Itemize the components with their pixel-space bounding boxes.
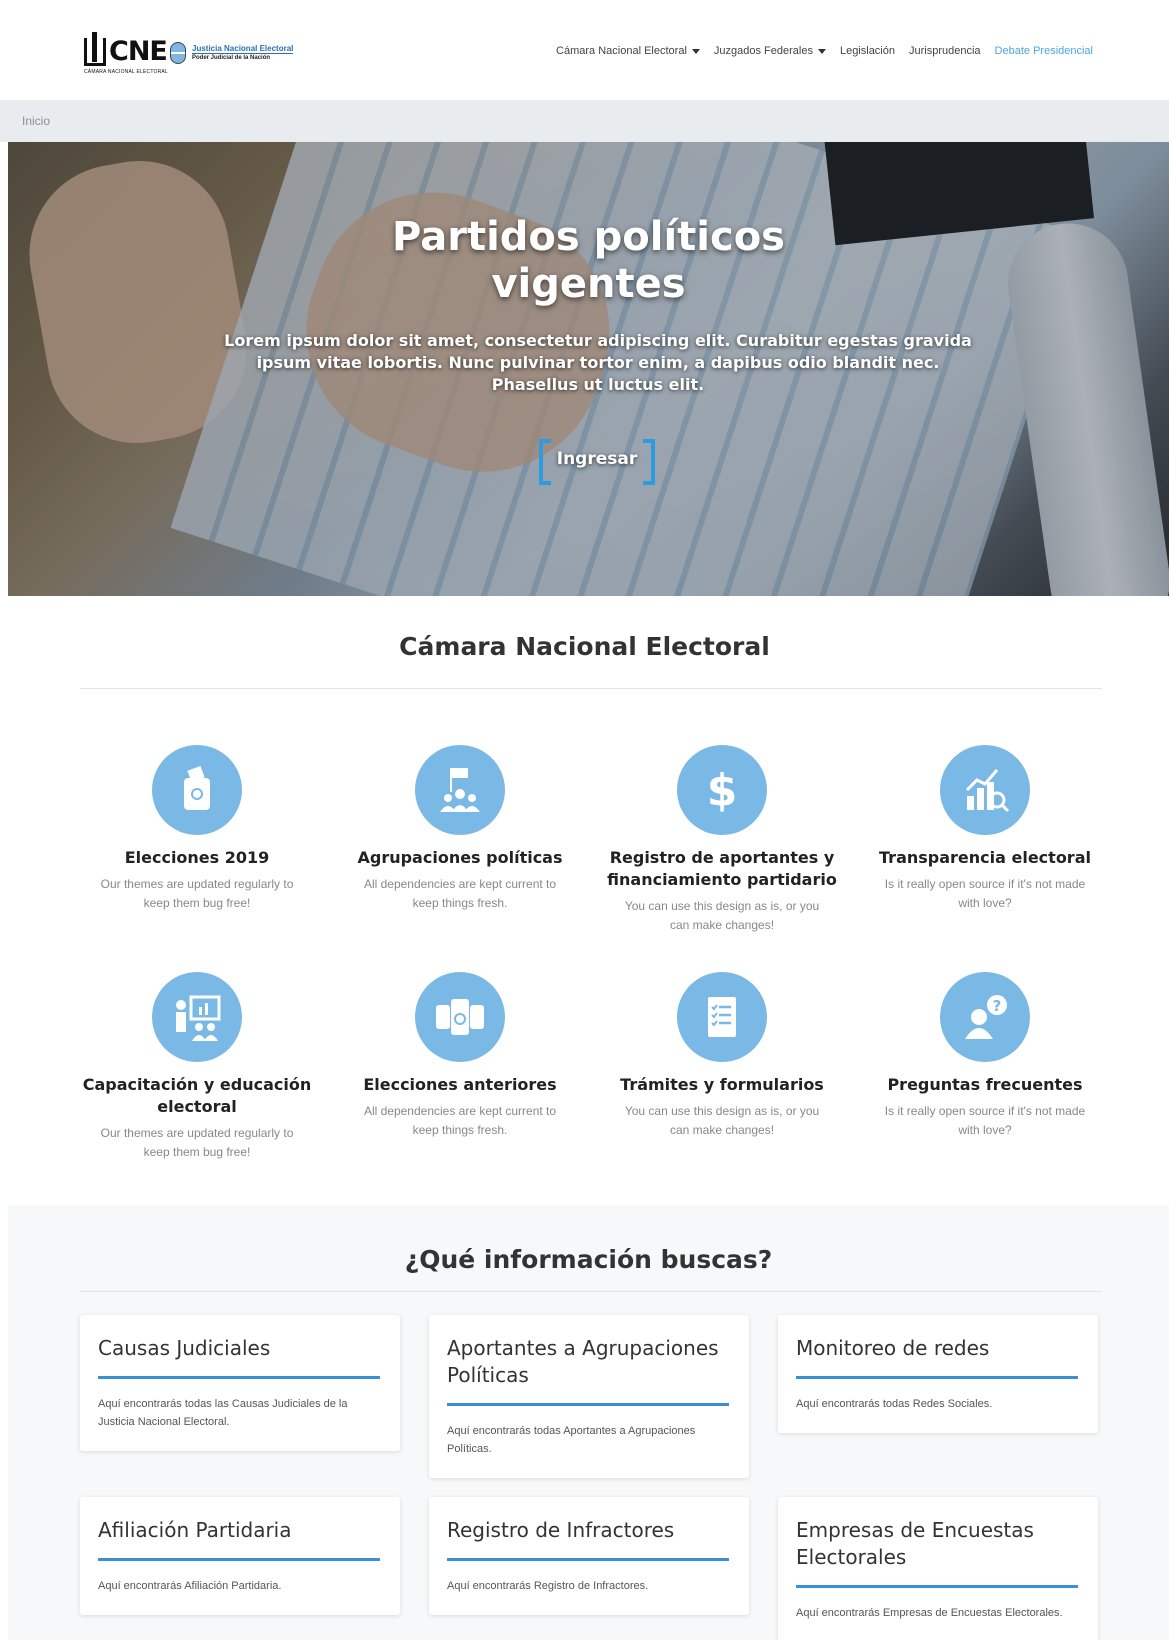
breadcrumb: Inicio <box>0 100 1169 142</box>
card-title: Afiliación Partidaria <box>98 1518 292 1542</box>
feature-transparencia-electoral[interactable]: Transparencia electoral Is it really ope… <box>870 745 1100 913</box>
feature-tramites-formularios[interactable]: Trámites y formularios You can use this … <box>607 972 837 1140</box>
group-flag-icon <box>415 745 505 835</box>
card-accent-bar <box>447 1558 729 1561</box>
feature-title: Elecciones 2019 <box>124 848 270 867</box>
caret-down-icon <box>691 48 700 54</box>
jne-logo[interactable]: Justicia Nacional Electoral Poder Judici… <box>170 42 294 64</box>
site-header: CNE CÁMARA NACIONAL ELECTORAL Justicia N… <box>0 0 1169 100</box>
card-accent-bar <box>796 1585 1078 1588</box>
feature-title: Agrupaciones políticas <box>357 848 563 867</box>
nav-item-juzgados-federales[interactable]: Juzgados Federales <box>714 45 826 57</box>
card-title: Causas Judiciales <box>98 1336 271 1360</box>
nav-item-label: Jurisprudencia <box>909 45 981 57</box>
card-text: Aquí encontrarás Afiliación Partidaria. <box>98 1580 282 1592</box>
breadcrumb-home-link[interactable]: Inicio <box>22 114 50 128</box>
ballots-icon <box>415 972 505 1062</box>
nav-item-label: Cámara Nacional Electoral <box>556 45 687 57</box>
card-text: Aquí encontrarás Registro de Infractores… <box>447 1580 649 1592</box>
cne-logo-subtitle: CÁMARA NACIONAL ELECTORAL <box>84 69 168 75</box>
card-accent-bar <box>796 1376 1078 1379</box>
card-text: Aquí encontrarás todas Redes Sociales. <box>796 1398 993 1410</box>
card-title: Empresas de Encuestas Electorales <box>796 1518 1034 1569</box>
hero-enter-button[interactable]: Ingresar <box>533 439 661 485</box>
feature-elecciones-2019[interactable]: Elecciones 2019 Our themes are updated r… <box>82 745 312 913</box>
feature-agrupaciones-politicas[interactable]: Agrupaciones políticas All dependencies … <box>345 745 575 913</box>
card-empresas-encuestas[interactable]: Empresas de Encuestas Electorales Aquí e… <box>778 1497 1098 1640</box>
info-section: ¿Qué información buscas? Causas Judicial… <box>8 1205 1169 1640</box>
feature-preguntas-frecuentes[interactable]: ? Preguntas frecuentes Is it really open… <box>870 972 1100 1140</box>
presentation-icon <box>152 972 242 1062</box>
nav-item-jurisprudencia[interactable]: Jurisprudencia <box>909 45 981 57</box>
card-monitoreo-redes[interactable]: Monitoreo de redes Aquí encontrarás toda… <box>778 1315 1098 1433</box>
card-accent-bar <box>98 1376 380 1379</box>
feature-elecciones-anteriores[interactable]: Elecciones anteriores All dependencies a… <box>345 972 575 1140</box>
dollar-icon: $ <box>677 745 767 835</box>
card-title: Registro de Infractores <box>447 1518 675 1542</box>
nav-item-label: Juzgados Federales <box>713 45 813 57</box>
card-title: Monitoreo de redes <box>796 1336 990 1360</box>
feature-text: You can use this design as is, or you ca… <box>624 1104 820 1137</box>
main-nav: Cámara Nacional Electoral Juzgados Feder… <box>556 45 1093 57</box>
card-aportantes-agrupaciones[interactable]: Aportantes a Agrupaciones Políticas Aquí… <box>429 1315 749 1478</box>
hero-title: Partidos políticos vigentes <box>391 214 785 307</box>
jne-logo-title: Justicia Nacional Electoral <box>192 44 294 54</box>
feature-title: Registro de aportantes y financiamiento … <box>607 848 837 889</box>
svg-text:?: ? <box>993 997 1002 1015</box>
feature-registro-aportantes[interactable]: $ Registro de aportantes y financiamient… <box>607 745 837 935</box>
cne-logo[interactable]: CNE CÁMARA NACIONAL ELECTORAL <box>84 32 168 75</box>
info-section-title: ¿Qué información buscas? <box>404 1245 773 1274</box>
card-accent-bar <box>447 1403 729 1406</box>
section-divider <box>80 1291 1102 1292</box>
feature-text: Is it really open source if it's not mad… <box>884 1104 1086 1137</box>
argentina-shield-icon <box>170 42 186 64</box>
feature-capacitacion[interactable]: Capacitación y educación electoral Our t… <box>82 972 312 1162</box>
feature-text: Our themes are updated regularly to keep… <box>100 1126 294 1159</box>
card-afiliacion-partidaria[interactable]: Afiliación Partidaria Aquí encontrarás A… <box>80 1497 400 1615</box>
nav-item-legislacion[interactable]: Legislación <box>840 45 895 57</box>
card-causas-judiciales[interactable]: Causas Judiciales Aquí encontrarás todas… <box>80 1315 400 1451</box>
feature-title: Transparencia electoral <box>879 848 1091 867</box>
svg-text:$: $ <box>707 765 738 816</box>
cne-section-title: Cámara Nacional Electoral <box>399 632 770 661</box>
feature-text: You can use this design as is, or you ca… <box>624 899 820 932</box>
card-text: Aquí encontrarás todas Aportantes a Agru… <box>447 1425 696 1455</box>
hero-banner: Partidos políticos vigentes Lorem ipsum … <box>8 142 1169 596</box>
cne-logo-mark-icon <box>84 32 106 66</box>
nav-item-camara-nacional-electoral[interactable]: Cámara Nacional Electoral <box>556 45 700 57</box>
card-title: Aportantes a Agrupaciones Políticas <box>447 1336 719 1387</box>
feature-text: Is it really open source if it's not mad… <box>884 877 1086 910</box>
feature-text: All dependencies are kept current to kee… <box>363 877 557 910</box>
checklist-icon <box>677 972 767 1062</box>
feature-text: All dependencies are kept current to kee… <box>363 1104 557 1137</box>
feature-text: Our themes are updated regularly to keep… <box>100 877 294 910</box>
section-divider <box>80 688 1102 689</box>
hero-text: Lorem ipsum dolor sit amet, consectetur … <box>224 331 972 394</box>
card-registro-infractores[interactable]: Registro de Infractores Aquí encontrarás… <box>429 1497 749 1615</box>
feature-title: Capacitación y educación electoral <box>82 1075 312 1116</box>
question-user-icon: ? <box>940 972 1030 1062</box>
cne-logo-text: CNE <box>109 36 168 67</box>
feature-title: Preguntas frecuentes <box>887 1075 1083 1094</box>
card-text: Aquí encontrarás todas las Causas Judici… <box>98 1398 348 1428</box>
card-text: Aquí encontrarás Empresas de Encuestas E… <box>796 1607 1063 1619</box>
chart-magnifier-icon <box>940 745 1030 835</box>
nav-item-debate-presidencial[interactable]: Debate Presidencial <box>995 45 1093 57</box>
nav-item-label: Debate Presidencial <box>994 45 1093 57</box>
jne-logo-subtitle: Poder Judicial de la Nación <box>192 55 271 61</box>
feature-title: Trámites y formularios <box>620 1075 824 1094</box>
caret-down-icon <box>817 48 826 54</box>
feature-title: Elecciones anteriores <box>363 1075 557 1094</box>
nav-item-label: Legislación <box>839 45 895 57</box>
card-accent-bar <box>98 1558 380 1561</box>
ballot-box-icon <box>152 745 242 835</box>
